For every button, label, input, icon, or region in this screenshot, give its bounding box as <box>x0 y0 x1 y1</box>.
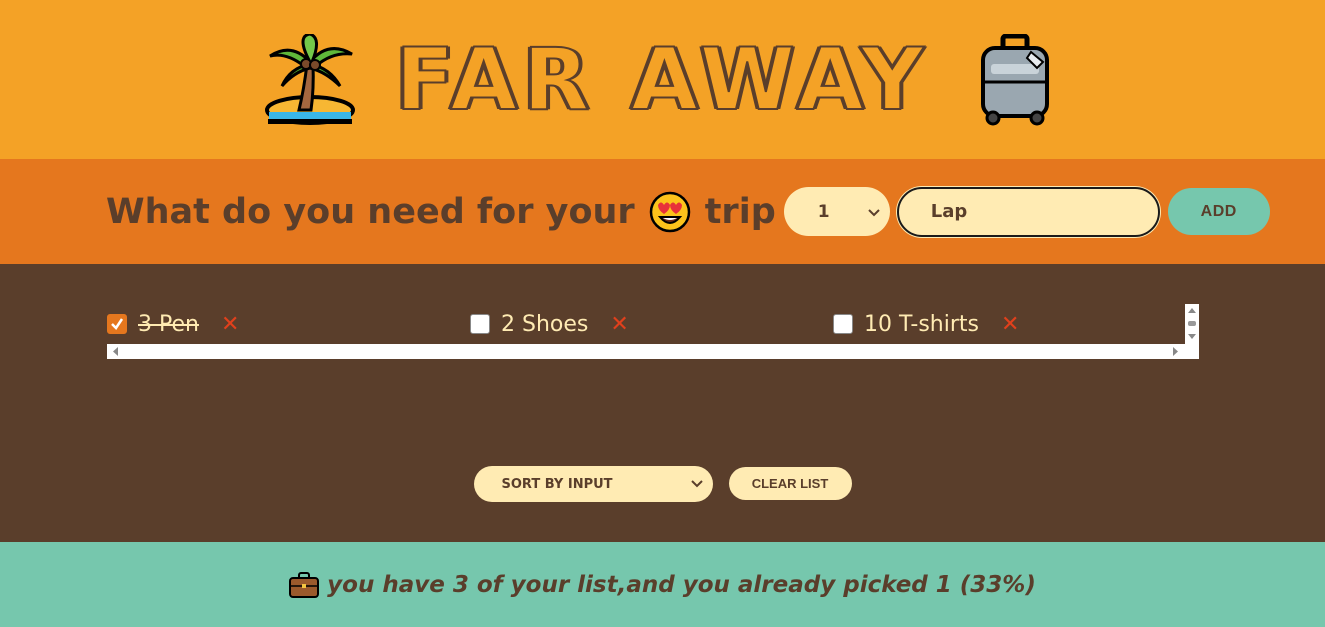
app-title: FAR AWAY <box>395 29 930 130</box>
item-input-value: Lap <box>930 201 968 222</box>
sort-value: SORT BY INPUT <box>501 476 613 492</box>
stats-footer: you have 3 of your list,and you already … <box>0 542 1325 627</box>
item-label: 2 Shoes <box>501 311 589 337</box>
chevron-down-icon <box>690 477 703 492</box>
luggage-icon <box>967 32 1063 128</box>
add-button[interactable]: ADD <box>1167 188 1270 235</box>
delete-icon[interactable]: ✕ <box>1001 312 1019 337</box>
vertical-scrollbar[interactable] <box>1185 304 1199 344</box>
list-item: 2 Shoes ✕ <box>470 304 833 344</box>
item-checkbox[interactable] <box>107 314 127 334</box>
quantity-select[interactable]: 1 <box>783 187 890 236</box>
chevron-down-icon <box>868 202 880 222</box>
packing-list[interactable]: 3 Pen ✕ 2 Shoes ✕ 10 T-shirts ✕ <box>107 304 1199 359</box>
item-checkbox[interactable] <box>470 314 490 334</box>
list-item: 10 T-shirts ✕ <box>833 304 1196 344</box>
item-label: 10 T-shirts <box>864 311 979 337</box>
palm-island-icon <box>262 32 358 128</box>
sort-select[interactable]: SORT BY INPUT <box>473 466 713 502</box>
delete-icon[interactable]: ✕ <box>610 312 628 337</box>
quantity-value: 1 <box>817 201 830 222</box>
item-input[interactable]: Lap <box>896 186 1160 237</box>
list-item: 3 Pen ✕ <box>107 304 470 344</box>
question-end-text: trip <box>704 191 776 232</box>
heart-eyes-face-icon <box>649 191 691 233</box>
item-checkbox[interactable] <box>833 314 853 334</box>
question-text: What do you need for your <box>106 191 635 232</box>
app-header: FAR AWAY <box>0 0 1325 159</box>
delete-icon[interactable]: ✕ <box>221 312 239 337</box>
horizontal-scrollbar[interactable] <box>107 344 1199 359</box>
item-label: 3 Pen <box>138 311 199 337</box>
briefcase-icon <box>289 571 320 598</box>
packing-list-area: 3 Pen ✕ 2 Shoes ✕ 10 T-shirts ✕ SORT BY … <box>0 264 1325 542</box>
clear-list-button[interactable]: CLEAR LIST <box>728 467 852 500</box>
add-item-form: What do you need for your trip 1 Lap ADD <box>0 159 1325 264</box>
list-actions: SORT BY INPUT CLEAR LIST <box>0 466 1325 502</box>
form-question: What do you need for your trip <box>106 191 776 233</box>
stats-text: you have 3 of your list,and you already … <box>327 571 1036 598</box>
